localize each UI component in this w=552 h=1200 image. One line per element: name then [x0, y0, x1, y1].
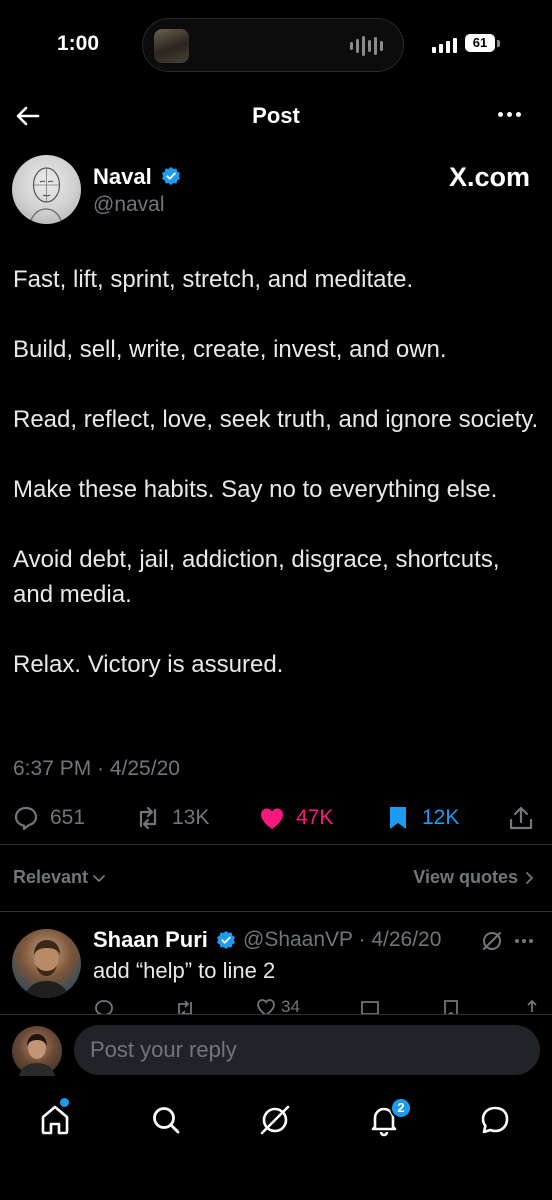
audio-waveform-icon [350, 36, 383, 56]
repost-button[interactable]: 13K [134, 804, 209, 832]
nav-messages[interactable] [477, 1102, 513, 1138]
reply-avatar[interactable] [12, 929, 81, 998]
share-icon [509, 806, 533, 830]
notifications-badge: 2 [390, 1097, 412, 1119]
message-icon [481, 1106, 509, 1134]
battery-tip [497, 40, 500, 47]
reply-text: add “help” to line 2 [93, 958, 276, 983]
dynamic-island[interactable] [142, 18, 404, 72]
grok-icon [260, 1105, 290, 1135]
view-quotes-label: View quotes [413, 867, 518, 887]
post-paragraph: Relax. Victory is assured. [13, 651, 284, 678]
more-dot [515, 939, 519, 943]
sort-label: Relevant [13, 867, 89, 887]
divider [0, 911, 552, 912]
post-timestamp[interactable]: 6:37 PM · 4/25/20 [13, 757, 180, 781]
post-paragraph: Avoid debt, jail, addiction, disgrace, s… [13, 546, 500, 608]
verified-badge-icon [217, 930, 235, 950]
reply-icon [14, 806, 38, 831]
more-dot [498, 112, 503, 117]
more-dot [507, 112, 512, 117]
grok-icon[interactable] [481, 930, 503, 952]
now-playing-artwork [154, 29, 189, 63]
sketch-portrait-icon [29, 167, 63, 224]
reply-handle-date[interactable]: @ShaanVP · 4/26/20 [243, 928, 441, 952]
cellular-signal-icon [432, 38, 457, 53]
more-options-button[interactable] [498, 112, 521, 117]
portrait-icon [19, 1034, 55, 1076]
reply-author-name[interactable]: Shaan Puri [93, 927, 208, 953]
nav-search[interactable] [148, 1102, 184, 1138]
author-handle[interactable]: @naval [93, 193, 165, 217]
reply-composer-input[interactable] [74, 1025, 540, 1075]
author-avatar[interactable] [12, 155, 81, 224]
bookmark-filled-icon [390, 807, 406, 829]
reply-count: 651 [50, 806, 86, 829]
more-dot [516, 112, 521, 117]
portrait-icon [24, 940, 69, 998]
watermark-label: X.com [448, 162, 530, 192]
page-title: Post [252, 103, 300, 128]
bottom-nav [0, 1090, 552, 1150]
chevron-down-icon [93, 874, 105, 882]
home-unread-dot [60, 1098, 69, 1107]
post-paragraph: Make these habits. Say no to everything … [13, 476, 498, 503]
verified-badge-icon [162, 166, 180, 186]
divider [0, 844, 552, 845]
status-time: 1:00 [57, 32, 100, 55]
like-count: 47K [296, 806, 334, 829]
home-icon [41, 1105, 69, 1135]
heart-filled-icon [261, 808, 283, 829]
chevron-right-icon [526, 871, 533, 884]
nav-grok[interactable] [257, 1102, 293, 1138]
more-dot [522, 939, 526, 943]
nav-home[interactable] [37, 1102, 73, 1138]
repost-icon [139, 806, 157, 830]
view-quotes-link[interactable]: View quotes [413, 867, 536, 888]
composer-avatar [12, 1026, 62, 1076]
reply-more-button[interactable] [515, 939, 533, 943]
search-icon [153, 1107, 180, 1134]
more-dot [529, 939, 533, 943]
bookmark-count: 12K [422, 806, 460, 829]
post-paragraph: Build, sell, write, create, invest, and … [13, 336, 447, 363]
reply-button[interactable]: 651 [12, 804, 85, 832]
bookmark-button[interactable]: 12K [384, 804, 459, 832]
repost-count: 13K [172, 806, 210, 829]
post-paragraph: Read, reflect, love, seek truth, and ign… [13, 406, 539, 433]
post-body: Fast, lift, sprint, stretch, and meditat… [13, 262, 543, 717]
sort-dropdown[interactable]: Relevant [13, 867, 106, 888]
like-button[interactable]: 47K [258, 804, 333, 832]
author-name[interactable]: Naval [93, 164, 152, 190]
battery-indicator: 61 [465, 34, 495, 52]
post-paragraph: Fast, lift, sprint, stretch, and meditat… [13, 266, 414, 293]
share-button[interactable] [507, 804, 535, 832]
